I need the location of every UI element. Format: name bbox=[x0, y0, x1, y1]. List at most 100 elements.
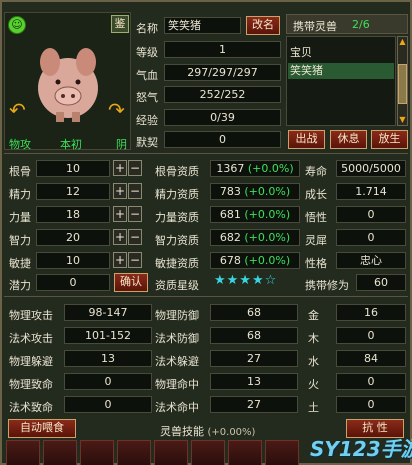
skill-slot[interactable] bbox=[43, 440, 77, 465]
aptitude-bonus: (+0.0%) bbox=[244, 231, 291, 244]
skill-slot[interactable] bbox=[80, 440, 114, 465]
divider-mid bbox=[4, 296, 408, 297]
hp-value: 297/297/297 bbox=[164, 64, 281, 81]
confirm-button[interactable]: 确认 bbox=[114, 273, 148, 292]
element-value: 84 bbox=[336, 350, 406, 367]
deploy-button[interactable]: 出战 bbox=[288, 130, 325, 149]
element-value: 0 bbox=[336, 327, 406, 344]
decrease-button[interactable]: − bbox=[128, 252, 142, 268]
pig-portrait bbox=[38, 48, 98, 122]
skill-slot[interactable] bbox=[265, 440, 299, 465]
release-button[interactable]: 放生 bbox=[371, 130, 408, 149]
combat-label: 法术致命 bbox=[9, 401, 53, 414]
element-value: 0 bbox=[336, 396, 406, 413]
aptitude-value: 783 (+0.0%) bbox=[210, 183, 300, 200]
combat-value: 27 bbox=[210, 350, 298, 367]
aptitude-value: 681 (+0.0%) bbox=[210, 206, 300, 223]
scroll-down-icon[interactable]: ▼ bbox=[398, 115, 407, 124]
aptitude-value: 1367 (+0.0%) bbox=[210, 160, 300, 177]
appraise-button[interactable]: 鉴 bbox=[111, 15, 129, 33]
attr-value: 18 bbox=[36, 206, 110, 223]
carried-item-selected[interactable]: 笑笑猪 bbox=[288, 63, 394, 79]
combat-value: 13 bbox=[64, 350, 152, 367]
increase-button[interactable]: + bbox=[113, 206, 127, 222]
rotate-left-icon[interactable]: ↶ bbox=[9, 98, 26, 122]
smiley-icon[interactable]: ☺ bbox=[8, 16, 26, 34]
increase-button[interactable]: + bbox=[113, 229, 127, 245]
aptitude-bonus: (+0.0%) bbox=[244, 185, 291, 198]
divider-top bbox=[4, 153, 408, 154]
stat-value: 忠心 bbox=[336, 252, 406, 269]
stat-label: 寿命 bbox=[305, 165, 327, 178]
combat-label: 法术防御 bbox=[155, 332, 199, 345]
combat-label: 物理命中 bbox=[155, 378, 199, 391]
element-label: 木 bbox=[308, 332, 319, 345]
combat-value: 0 bbox=[64, 396, 152, 413]
skills-title: 灵兽技能 bbox=[160, 425, 204, 438]
rapport-label: 默契 bbox=[136, 136, 158, 149]
skill-slot[interactable] bbox=[117, 440, 151, 465]
pet-tag-origin: 本初 bbox=[60, 138, 82, 151]
potential-label: 潜力 bbox=[9, 279, 31, 292]
combat-value: 68 bbox=[210, 327, 298, 344]
aptitude-value: 682 (+0.0%) bbox=[210, 229, 300, 246]
stat-label: 灵犀 bbox=[305, 234, 327, 247]
combat-label: 物理攻击 bbox=[9, 309, 53, 322]
decrease-button[interactable]: − bbox=[128, 206, 142, 222]
aptitude-label: 力量资质 bbox=[155, 211, 199, 224]
element-label: 水 bbox=[308, 355, 319, 368]
decrease-button[interactable]: − bbox=[128, 160, 142, 176]
aptitude-bonus: (+0.0%) bbox=[244, 254, 291, 267]
name-field[interactable]: 笑笑猪 bbox=[164, 17, 241, 34]
attr-label: 力量 bbox=[9, 211, 31, 224]
aptitude-number: 681 bbox=[219, 208, 241, 221]
pet-tag-attack: 物攻 bbox=[9, 138, 31, 151]
skill-slot[interactable] bbox=[154, 440, 188, 465]
increase-button[interactable]: + bbox=[113, 252, 127, 268]
combat-label: 物理致命 bbox=[9, 378, 53, 391]
carried-item[interactable]: 宝贝 bbox=[290, 44, 390, 60]
attr-label: 精力 bbox=[9, 188, 31, 201]
scroll-thumb[interactable] bbox=[398, 64, 407, 104]
combat-value: 101-152 bbox=[64, 327, 152, 344]
name-label: 名称 bbox=[136, 22, 158, 35]
rename-button[interactable]: 改名 bbox=[246, 16, 280, 35]
cultivation-value: 60 bbox=[356, 274, 406, 291]
auto-feed-button[interactable]: 自动喂食 bbox=[8, 419, 76, 438]
carried-count: 2/6 bbox=[352, 18, 370, 31]
rapport-value: 0 bbox=[164, 131, 281, 148]
combat-label: 法术躲避 bbox=[155, 355, 199, 368]
stat-value: 0 bbox=[336, 229, 406, 246]
exp-value: 0/39 bbox=[164, 109, 281, 126]
skill-slot[interactable] bbox=[228, 440, 262, 465]
skill-slot[interactable] bbox=[191, 440, 225, 465]
decrease-button[interactable]: − bbox=[128, 183, 142, 199]
decrease-button[interactable]: − bbox=[128, 229, 142, 245]
aptitude-label: 智力资质 bbox=[155, 234, 199, 247]
increase-button[interactable]: + bbox=[113, 183, 127, 199]
aptitude-label: 敏捷资质 bbox=[155, 257, 199, 270]
cultivation-label: 携带修为 bbox=[305, 279, 349, 292]
aptitude-number: 1367 bbox=[216, 162, 245, 175]
hp-label: 气血 bbox=[136, 69, 158, 82]
stat-label: 性格 bbox=[305, 257, 327, 270]
increase-button[interactable]: + bbox=[113, 160, 127, 176]
attr-value: 10 bbox=[36, 252, 110, 269]
aptitude-stars: ★★★★☆ bbox=[214, 273, 278, 288]
rage-value: 252/252 bbox=[164, 86, 281, 103]
rotate-right-icon[interactable]: ↷ bbox=[108, 98, 125, 122]
stat-label: 成长 bbox=[305, 188, 327, 201]
attr-label: 根骨 bbox=[9, 165, 31, 178]
aptitude-number: 678 bbox=[219, 254, 241, 267]
rest-button[interactable]: 休息 bbox=[330, 130, 367, 149]
skill-slot[interactable] bbox=[6, 440, 40, 465]
element-label: 金 bbox=[308, 309, 319, 322]
element-label: 土 bbox=[308, 401, 319, 414]
combat-value: 27 bbox=[210, 396, 298, 413]
scroll-up-icon[interactable]: ▲ bbox=[398, 37, 407, 46]
potential-value: 0 bbox=[36, 274, 110, 291]
aptitude-bonus: (+0.0%) bbox=[247, 162, 294, 175]
level-label: 等级 bbox=[136, 46, 158, 59]
combat-label: 法术攻击 bbox=[9, 332, 53, 345]
combat-value: 98-147 bbox=[64, 304, 152, 321]
